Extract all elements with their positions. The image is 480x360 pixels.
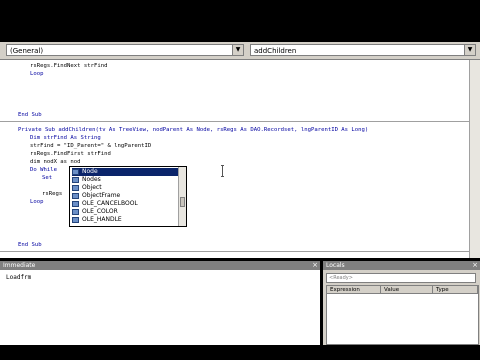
immediate-window: Immediate × Loadfrm [0,261,320,345]
class-icon [72,192,79,199]
locals-title: Locals [323,261,480,270]
class-icon [72,208,79,215]
autocomplete-item[interactable]: Node [72,168,178,176]
screen-frame: (General) ▼ addChildren ▼ rsRegs.FindNex… [0,0,480,360]
locals-status-field: <Ready> [326,273,476,283]
procedure-separator [0,121,470,122]
column-header-value[interactable]: Value [381,286,433,294]
chevron-down-icon[interactable]: ▼ [232,45,243,55]
close-icon[interactable]: × [312,261,318,270]
column-header-type[interactable]: Type [433,286,478,294]
procedure-separator [0,251,470,252]
code-line: Set [42,175,53,181]
code-line: Do While [30,167,57,173]
code-line: Private Sub addChildren(tv As TreeView, … [18,127,369,133]
locals-grid[interactable]: Expression Value Type [326,285,479,345]
procedure-combo-value: addChildren [254,47,297,55]
class-icon [72,184,79,191]
chevron-down-icon[interactable]: ▼ [464,45,475,55]
autocomplete-item[interactable]: Nodes [72,176,178,184]
code-scrollbar[interactable] [469,60,480,258]
autocomplete-scrollbar[interactable] [178,167,186,226]
locals-window: Locals × <Ready> Expression Value Type [323,261,480,345]
autocomplete-item[interactable]: OLE_COLOR [72,208,178,216]
immediate-title: Immediate [0,261,320,270]
code-line: Dim strFind As String [30,135,101,141]
class-icon [72,216,79,223]
ibeam-cursor-icon [221,165,224,177]
code-line: rsRegs.FindNext strFind [30,63,108,69]
code-window-toolbar: (General) ▼ addChildren ▼ [0,42,480,60]
autocomplete-list[interactable]: Node Nodes Object ObjectFrame OLE_CANCEL… [69,166,187,227]
class-icon [72,200,79,207]
class-icon [72,168,79,175]
scrollbar-thumb[interactable] [180,197,185,207]
code-line: strFind = "ID_Parent=" & lngParentID [30,143,152,149]
object-combo-value: (General) [10,47,44,55]
autocomplete-item[interactable]: OLE_CANCELBOOL [72,200,178,208]
code-line: Loop [30,199,44,205]
immediate-text[interactable]: Loadfrm [6,274,31,281]
autocomplete-item[interactable]: ObjectFrame [72,192,178,200]
object-combo[interactable]: (General) ▼ [6,44,244,56]
code-line: Loop [30,71,44,77]
code-line: rsRegs [42,191,63,197]
procedure-combo[interactable]: addChildren ▼ [250,44,476,56]
code-line: dim nodX as nod [30,159,81,165]
code-line: rsRegs.FindFirst strFind [30,151,111,157]
code-editor[interactable]: rsRegs.FindNext strFind Loop End Sub Pri… [0,60,470,258]
class-icon [72,176,79,183]
code-line: End Sub [18,242,42,248]
column-header-expression[interactable]: Expression [327,286,381,294]
autocomplete-item[interactable]: OLE_HANDLE [72,216,178,224]
code-line: End Sub [18,112,42,118]
close-icon[interactable]: × [472,261,478,270]
autocomplete-item[interactable]: Object [72,184,178,192]
